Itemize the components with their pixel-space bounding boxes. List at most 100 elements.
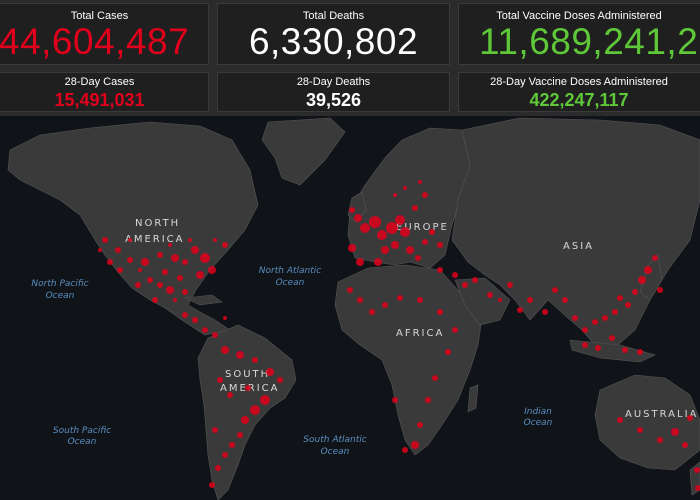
case-marker[interactable] [432, 375, 438, 381]
case-marker[interactable] [138, 268, 142, 272]
case-marker[interactable] [637, 349, 643, 355]
case-marker[interactable] [147, 277, 153, 283]
case-marker[interactable] [517, 307, 523, 313]
case-marker[interactable] [393, 193, 397, 197]
case-marker[interactable] [406, 246, 414, 254]
case-marker[interactable] [191, 246, 199, 254]
case-marker[interactable] [462, 282, 468, 288]
case-marker[interactable] [245, 385, 251, 391]
case-marker[interactable] [437, 267, 443, 273]
case-marker[interactable] [115, 247, 121, 253]
case-marker[interactable] [397, 295, 403, 301]
case-marker[interactable] [177, 275, 183, 281]
case-marker[interactable] [212, 332, 218, 338]
world-map[interactable]: NORTH AMERICA SOUTH AMERICA EUROPE ASIA … [0, 116, 700, 500]
case-marker[interactable] [652, 255, 658, 261]
case-marker[interactable] [592, 319, 598, 325]
case-marker[interactable] [617, 417, 623, 423]
case-marker[interactable] [657, 287, 663, 293]
case-marker[interactable] [487, 292, 493, 298]
case-marker[interactable] [657, 437, 663, 443]
case-marker[interactable] [168, 243, 172, 247]
case-marker[interactable] [417, 297, 423, 303]
case-marker[interactable] [127, 257, 133, 263]
case-marker[interactable] [400, 227, 410, 237]
case-marker[interactable] [135, 282, 141, 288]
case-marker[interactable] [229, 442, 235, 448]
case-marker[interactable] [222, 242, 228, 248]
case-marker[interactable] [452, 327, 458, 333]
case-marker[interactable] [192, 317, 198, 323]
case-marker[interactable] [348, 244, 356, 252]
case-marker[interactable] [412, 205, 418, 211]
case-marker[interactable] [141, 258, 149, 266]
case-marker[interactable] [374, 258, 382, 266]
case-marker[interactable] [202, 327, 208, 333]
case-marker[interactable] [213, 238, 217, 242]
case-marker[interactable] [392, 397, 398, 403]
case-marker[interactable] [369, 309, 375, 315]
case-marker[interactable] [422, 239, 428, 245]
case-marker[interactable] [98, 248, 102, 252]
case-marker[interactable] [644, 266, 652, 274]
case-marker[interactable] [562, 297, 568, 303]
case-marker[interactable] [609, 335, 615, 341]
case-marker[interactable] [215, 465, 221, 471]
case-marker[interactable] [445, 349, 451, 355]
case-marker[interactable] [429, 229, 435, 235]
case-marker[interactable] [382, 302, 388, 308]
case-marker[interactable] [347, 287, 353, 293]
case-marker[interactable] [266, 368, 274, 376]
case-marker[interactable] [117, 267, 123, 273]
case-marker[interactable] [152, 297, 158, 303]
case-marker[interactable] [252, 357, 258, 363]
case-marker[interactable] [354, 214, 362, 222]
case-marker[interactable] [582, 327, 588, 333]
case-marker[interactable] [391, 241, 399, 249]
case-marker[interactable] [507, 282, 513, 288]
case-marker[interactable] [236, 351, 244, 359]
case-marker[interactable] [595, 345, 601, 351]
case-marker[interactable] [107, 259, 113, 265]
case-marker[interactable] [402, 447, 408, 453]
case-marker[interactable] [572, 315, 578, 321]
case-marker[interactable] [418, 180, 422, 184]
case-marker[interactable] [162, 269, 168, 275]
case-marker[interactable] [411, 441, 419, 449]
case-marker[interactable] [452, 272, 458, 278]
case-marker[interactable] [166, 286, 174, 294]
case-marker[interactable] [188, 238, 192, 242]
case-marker[interactable] [217, 377, 223, 383]
case-marker[interactable] [415, 255, 421, 261]
case-marker[interactable] [241, 416, 249, 424]
case-marker[interactable] [182, 312, 188, 318]
case-marker[interactable] [250, 405, 260, 415]
case-marker[interactable] [617, 295, 623, 301]
case-marker[interactable] [277, 377, 283, 383]
case-marker[interactable] [395, 215, 405, 225]
case-marker[interactable] [682, 442, 688, 448]
case-marker[interactable] [209, 482, 215, 488]
case-marker[interactable] [422, 192, 428, 198]
case-marker[interactable] [386, 222, 398, 234]
case-marker[interactable] [472, 277, 478, 283]
case-marker[interactable] [349, 207, 355, 213]
case-marker[interactable] [369, 216, 381, 228]
case-marker[interactable] [381, 246, 389, 254]
case-marker[interactable] [223, 316, 227, 320]
case-marker[interactable] [437, 309, 443, 315]
case-marker[interactable] [208, 266, 216, 274]
case-marker[interactable] [437, 242, 443, 248]
case-marker[interactable] [403, 186, 407, 190]
case-marker[interactable] [356, 258, 364, 266]
case-marker[interactable] [237, 432, 243, 438]
case-marker[interactable] [582, 342, 588, 348]
case-marker[interactable] [425, 397, 431, 403]
case-marker[interactable] [196, 271, 204, 279]
case-marker[interactable] [687, 415, 693, 421]
case-marker[interactable] [625, 302, 631, 308]
case-marker[interactable] [694, 467, 700, 473]
case-marker[interactable] [527, 297, 533, 303]
case-marker[interactable] [102, 237, 108, 243]
case-marker[interactable] [498, 298, 502, 302]
